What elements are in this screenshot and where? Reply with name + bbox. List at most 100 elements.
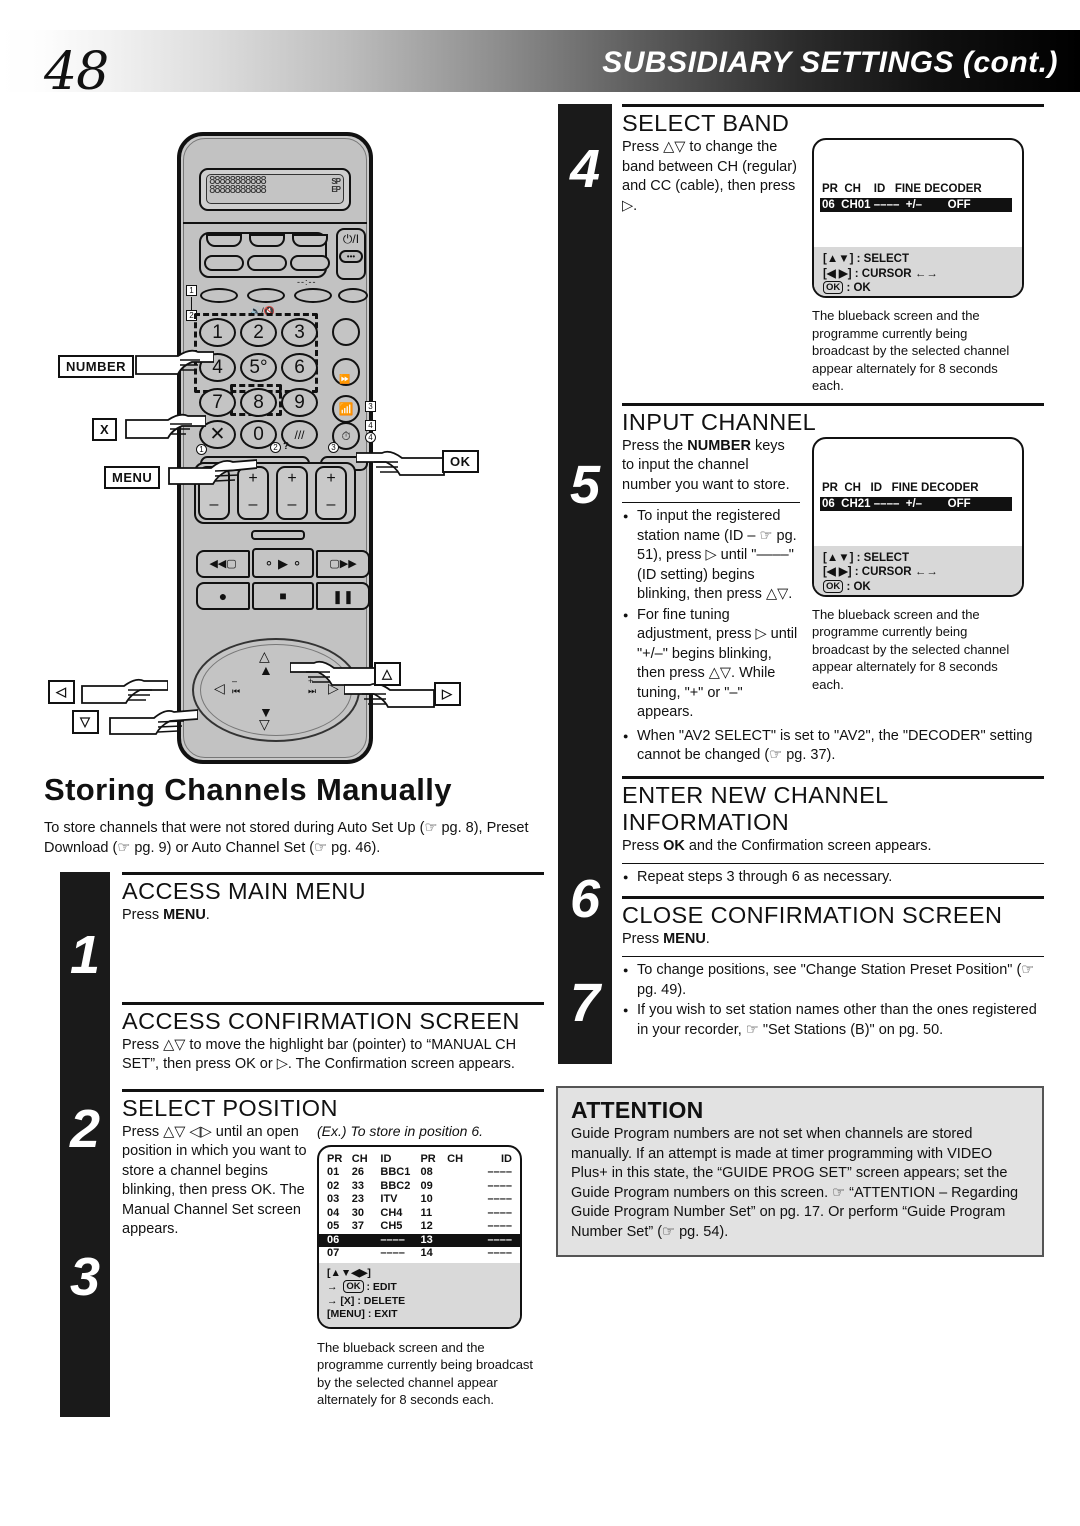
cell-ch2 <box>447 1207 472 1221</box>
step-7-bullet-1: To change positions, see "Change Station… <box>622 961 1044 1000</box>
step-block-5: INPUT CHANNEL Press the NUMBER keys to i… <box>622 402 1044 776</box>
attention-box: ATTENTION Guide Program numbers are not … <box>556 1086 1044 1257</box>
step-2-heading: ACCESS CONFIRMATION SCREEN <box>122 1007 520 1034</box>
number-key-6[interactable]: 6 <box>281 353 318 382</box>
soft-button-6[interactable] <box>290 255 330 271</box>
channel-help-line-3: → [X] : DELETE <box>327 1294 406 1307</box>
ok-key-icon: OK <box>823 579 844 593</box>
record-button[interactable]: ● <box>196 582 250 610</box>
osd-4-highlight-row: 06 CH01 –––– +/– OFF <box>820 198 1012 212</box>
step-5-bullets-wide: When "AV2 SELECT" is set to "AV2", the "… <box>622 727 1044 766</box>
channel-row-5[interactable]: 05 37 CH5 12 –––– <box>319 1220 520 1234</box>
rocker-4-minus: – <box>326 496 336 513</box>
step-7-bullets: To change positions, see "Change Station… <box>622 961 1044 1040</box>
cell-ch: 37 <box>351 1220 365 1232</box>
col-header-id-2: ID <box>501 1152 512 1165</box>
channel-row-2[interactable]: 02 33 BBC2 09 –––– <box>319 1180 520 1194</box>
soft-button-1[interactable] <box>206 234 242 247</box>
cell-pr: 05 <box>327 1220 340 1232</box>
cell-ch <box>352 1247 381 1261</box>
remote-lcd-display: 88888888888 88888888888 SP EP <box>206 174 344 204</box>
osd-screen-input-channel: PR CH ID FINE DECODER 06 CH21 –––– +/– O… <box>812 436 1024 597</box>
number-key-9[interactable]: 9 <box>281 388 318 417</box>
step-6-text-pre: Press <box>622 837 664 854</box>
stop-button[interactable]: ■ <box>252 582 314 610</box>
attention-title: ATTENTION <box>571 1097 704 1123</box>
rocker-2-minus: – <box>248 496 258 513</box>
col-header-ch-1: CH <box>351 1152 368 1165</box>
channel-row-7[interactable]: 07 –––– 14 –––– <box>319 1247 520 1261</box>
rewind-button[interactable]: ◀◀▢ <box>196 550 250 578</box>
step-4-rule <box>622 104 1044 107</box>
step-5-heading: INPUT CHANNEL <box>622 408 817 435</box>
step-5-subrule <box>622 502 800 503</box>
number-key-5[interactable]: 5° <box>240 353 277 382</box>
rocker-3[interactable]: + – <box>276 466 308 520</box>
left-column: 88888888888 88888888888 SP EP ⏻/I ••• --… <box>44 110 544 1417</box>
rocker-4[interactable]: + – <box>315 466 347 520</box>
osd-screen-select-band: PR CH ID FINE DECODER 06 CH01 –––– +/– O… <box>812 138 1024 298</box>
osd-5-header-row: PR CH ID FINE DECODER <box>822 481 979 494</box>
function-button-c[interactable] <box>294 288 332 303</box>
col-header-ch-2: CH <box>447 1152 464 1165</box>
callout-up: △ <box>374 662 401 686</box>
side-button-top[interactable] <box>332 318 360 346</box>
remote-control-illustration: 88888888888 88888888888 SP EP ⏻/I ••• --… <box>44 110 544 770</box>
step-block-1: ACCESS MAIN MENU Press MENU. <box>122 872 544 1002</box>
cell-pr2: 11 <box>420 1206 433 1219</box>
callout-cancel: X <box>92 418 118 441</box>
right-steps-container: 4 5 6 7 SELECT BAND Press △▽ to change t… <box>556 104 1044 1064</box>
cell-id2: –––– <box>487 1247 512 1259</box>
marker-question: ? <box>283 441 290 452</box>
callout-down: ▽ <box>72 710 99 734</box>
number-key-3[interactable]: 3 <box>281 318 318 347</box>
cell-ch <box>352 1234 381 1248</box>
channel-list-screen: PR CH ID PR CH ID 01 26 BBC1 08 –––– 02 … <box>317 1144 522 1329</box>
marker-4: 4 <box>365 420 376 431</box>
step-3-rule <box>122 1088 544 1092</box>
soft-button-5[interactable] <box>247 255 287 271</box>
marker-circle-2: 2 <box>270 442 281 453</box>
step-7-text: Press MENU. <box>622 930 1044 950</box>
step-6-bullet-1: Repeat steps 3 through 6 as necessary. <box>622 868 1044 888</box>
fast-forward-button[interactable]: ▢▶▶ <box>316 550 370 578</box>
col-header-pr-2: PR <box>420 1152 436 1165</box>
number-key-1[interactable]: 1 <box>199 318 236 347</box>
cell-id2: –––– <box>487 1166 512 1178</box>
channel-row-4[interactable]: 04 30 CH4 11 –––– <box>319 1207 520 1221</box>
cell-id: –––– <box>380 1247 405 1259</box>
step-1-text-post: . <box>205 907 210 923</box>
power-button-area[interactable]: ⏻/I ••• <box>336 228 366 280</box>
number-key-2[interactable]: 2 <box>240 318 277 347</box>
cell-ch: 30 <box>351 1206 365 1219</box>
osd-4-help-3: OK : OK <box>823 281 1013 296</box>
function-button-a[interactable] <box>200 288 238 303</box>
power-sub-button[interactable]: ••• <box>339 250 363 263</box>
cell-pr2: 09 <box>420 1179 433 1192</box>
function-button-d[interactable] <box>338 288 368 303</box>
pause-button[interactable]: ❚❚ <box>316 582 370 610</box>
cell-pr: 03 <box>327 1193 340 1205</box>
soft-button-2[interactable] <box>249 234 285 247</box>
cell-ch2 <box>447 1247 472 1261</box>
cell-id: BBC1 <box>380 1166 411 1178</box>
soft-button-3[interactable] <box>292 234 328 247</box>
step-5-rule <box>622 402 1044 406</box>
rocker-3-plus: + <box>287 470 297 487</box>
channel-row-6-selected[interactable]: 06 –––– 13 –––– <box>319 1233 520 1248</box>
soft-button-4[interactable] <box>204 255 244 271</box>
small-bar-button[interactable] <box>251 530 305 540</box>
number-key-8[interactable]: 8 <box>240 388 277 417</box>
channel-row-3[interactable]: 03 23 ITV 10 –––– <box>319 1193 520 1207</box>
wifi-icon-button[interactable]: 📶 <box>332 395 360 423</box>
channel-row-1[interactable]: 01 26 BBC1 08 –––– <box>319 1166 520 1180</box>
play-button[interactable]: ⚬ ▶ ⚬ <box>252 548 314 578</box>
marker-1: 1 <box>186 285 197 296</box>
dpad-up-button[interactable]: ▲ <box>259 662 273 678</box>
dpad-left-button[interactable]: ◁ <box>214 680 225 697</box>
cell-ch2 <box>447 1193 472 1207</box>
step-6-heading: ENTER NEW CHANNEL INFORMATION <box>622 781 888 835</box>
step-4-text: Press △▽ to change the band between CH (… <box>622 139 797 214</box>
function-button-b[interactable] <box>247 288 285 303</box>
pointing-hand-menu <box>168 459 257 485</box>
